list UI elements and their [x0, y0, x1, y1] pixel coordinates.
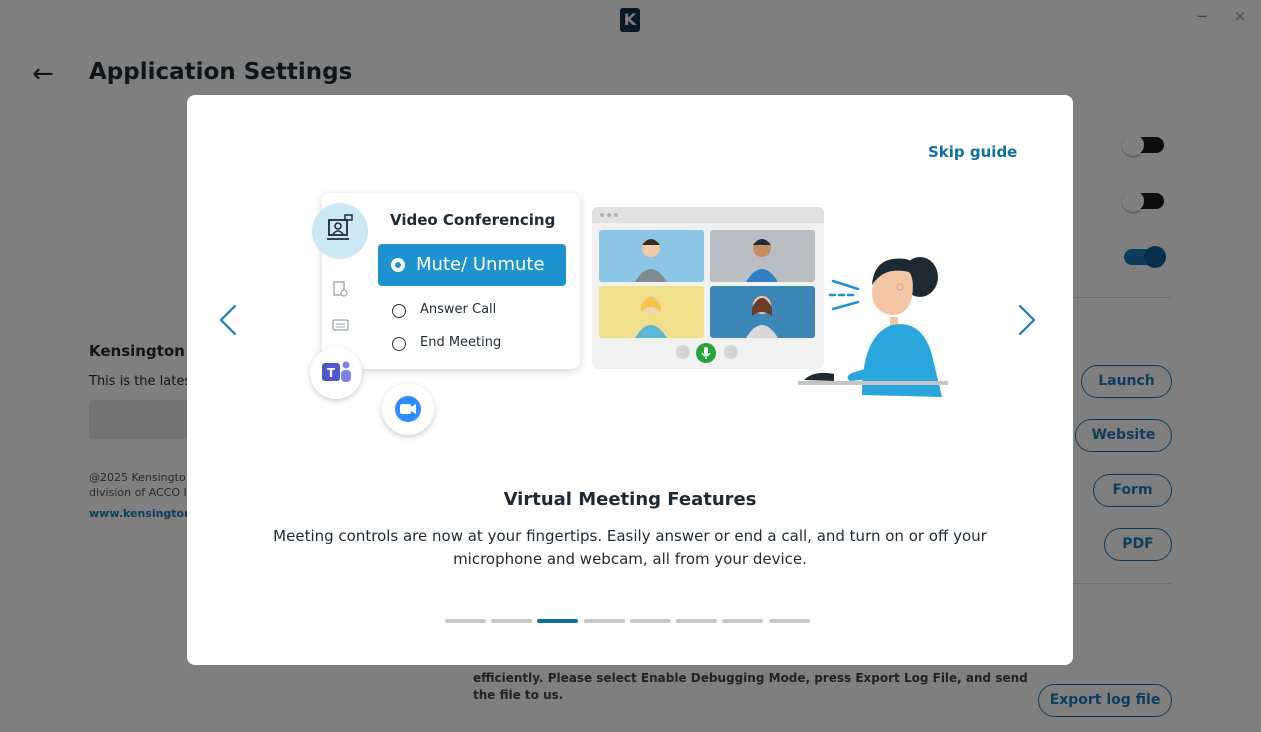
- video-conference-icon: [312, 203, 368, 259]
- chevron-right-icon[interactable]: [1014, 300, 1038, 340]
- video-call-window: [592, 207, 824, 369]
- feature-guide-modal: Skip guide Video Conferencing Mute/ Unmu…: [187, 95, 1073, 665]
- page-indicator-4[interactable]: [584, 619, 625, 623]
- teams-icon: T: [310, 347, 362, 399]
- slide-title: Virtual Meeting Features: [503, 489, 757, 510]
- chevron-left-icon[interactable]: [217, 300, 241, 340]
- radio-selected-icon: [391, 258, 405, 272]
- page-indicator-2[interactable]: [491, 619, 532, 623]
- slide-description: Meeting controls are now at your fingert…: [273, 527, 987, 568]
- microphone-icon: [696, 343, 716, 363]
- end-meeting-option: End Meeting: [420, 335, 502, 350]
- page-indicator-5[interactable]: [630, 619, 671, 623]
- call-control-button: [724, 345, 738, 359]
- svg-text:T: T: [327, 366, 336, 380]
- radio-unselected-icon: [392, 304, 406, 318]
- card-title: Video Conferencing: [390, 211, 556, 229]
- keyboard-icon: [332, 319, 349, 331]
- page-indicator-1[interactable]: [445, 619, 486, 623]
- radio-unselected-icon: [392, 337, 406, 351]
- control-card: Video Conferencing Mute/ Unmute Answer C…: [312, 193, 580, 369]
- page-indicator-7[interactable]: [722, 619, 763, 623]
- guide-pagination: [445, 619, 815, 625]
- call-control-button: [676, 345, 690, 359]
- mute-unmute-option: Mute/ Unmute: [378, 244, 566, 286]
- answer-call-option: Answer Call: [420, 302, 497, 317]
- page-indicator-6[interactable]: [676, 619, 717, 623]
- participant-tile: [599, 286, 704, 338]
- participant-tile: [599, 230, 704, 282]
- selected-option-label: Mute/ Unmute: [416, 254, 545, 275]
- page-indicator-8[interactable]: [769, 619, 810, 623]
- zoom-icon: [382, 383, 434, 435]
- speaking-woman-illustration: [798, 257, 948, 397]
- page-indicator-3[interactable]: [537, 619, 578, 623]
- document-icon: [333, 281, 348, 297]
- skip-guide-link[interactable]: Skip guide: [928, 143, 1017, 161]
- feature-illustration: Video Conferencing Mute/ Unmute Answer C…: [302, 185, 962, 455]
